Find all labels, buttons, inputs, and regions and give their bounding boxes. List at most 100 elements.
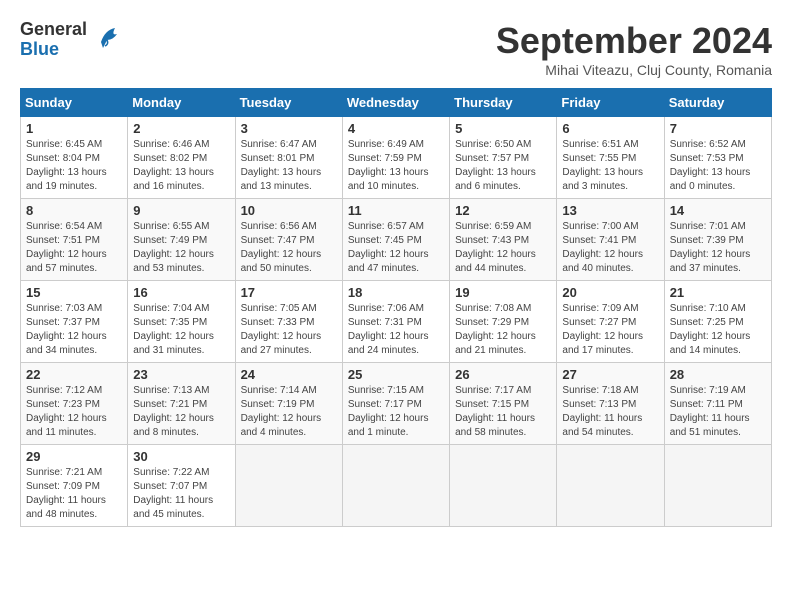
table-row: 18 Sunrise: 7:06 AM Sunset: 7:31 PM Dayl… (342, 281, 449, 363)
table-row: 1 Sunrise: 6:45 AM Sunset: 8:04 PM Dayli… (21, 117, 128, 199)
daylight-hours: Daylight: 13 hours and 0 minutes. (670, 167, 751, 192)
day-info: Sunrise: 7:12 AM Sunset: 7:23 PM Dayligh… (26, 384, 122, 440)
sunrise-time: Sunrise: 6:57 AM (348, 221, 424, 232)
sunset-time: Sunset: 7:31 PM (348, 317, 422, 328)
title-section: September 2024 Mihai Viteazu, Cluj Count… (496, 20, 772, 78)
sunset-time: Sunset: 8:01 PM (241, 153, 315, 164)
daylight-hours: Daylight: 12 hours and 8 minutes. (133, 413, 214, 438)
sunset-time: Sunset: 7:43 PM (455, 235, 529, 246)
table-row: 26 Sunrise: 7:17 AM Sunset: 7:15 PM Dayl… (450, 363, 557, 445)
calendar-header-row: Sunday Monday Tuesday Wednesday Thursday… (21, 89, 772, 117)
sunset-time: Sunset: 7:47 PM (241, 235, 315, 246)
sunset-time: Sunset: 8:04 PM (26, 153, 100, 164)
day-number: 1 (26, 121, 122, 136)
day-info: Sunrise: 7:22 AM Sunset: 7:07 PM Dayligh… (133, 466, 229, 522)
table-row: 2 Sunrise: 6:46 AM Sunset: 8:02 PM Dayli… (128, 117, 235, 199)
day-info: Sunrise: 7:03 AM Sunset: 7:37 PM Dayligh… (26, 302, 122, 358)
day-number: 8 (26, 203, 122, 218)
header-wednesday: Wednesday (342, 89, 449, 117)
day-number: 5 (455, 121, 551, 136)
day-number: 14 (670, 203, 766, 218)
sunset-time: Sunset: 7:37 PM (26, 317, 100, 328)
sunrise-time: Sunrise: 7:08 AM (455, 303, 531, 314)
daylight-hours: Daylight: 13 hours and 16 minutes. (133, 167, 214, 192)
daylight-hours: Daylight: 13 hours and 10 minutes. (348, 167, 429, 192)
day-number: 28 (670, 367, 766, 382)
daylight-hours: Daylight: 12 hours and 1 minute. (348, 413, 429, 438)
sunrise-time: Sunrise: 6:50 AM (455, 139, 531, 150)
table-row: 24 Sunrise: 7:14 AM Sunset: 7:19 PM Dayl… (235, 363, 342, 445)
sunrise-time: Sunrise: 7:01 AM (670, 221, 746, 232)
table-row: 30 Sunrise: 7:22 AM Sunset: 7:07 PM Dayl… (128, 445, 235, 527)
table-row: 11 Sunrise: 6:57 AM Sunset: 7:45 PM Dayl… (342, 199, 449, 281)
day-number: 6 (562, 121, 658, 136)
sunset-time: Sunset: 7:27 PM (562, 317, 636, 328)
logo: General Blue (20, 20, 123, 60)
daylight-hours: Daylight: 12 hours and 17 minutes. (562, 331, 643, 356)
day-number: 24 (241, 367, 337, 382)
daylight-hours: Daylight: 12 hours and 53 minutes. (133, 249, 214, 274)
calendar-week-row: 22 Sunrise: 7:12 AM Sunset: 7:23 PM Dayl… (21, 363, 772, 445)
sunset-time: Sunset: 7:55 PM (562, 153, 636, 164)
day-info: Sunrise: 6:49 AM Sunset: 7:59 PM Dayligh… (348, 138, 444, 194)
table-row: 20 Sunrise: 7:09 AM Sunset: 7:27 PM Dayl… (557, 281, 664, 363)
sunrise-time: Sunrise: 7:09 AM (562, 303, 638, 314)
day-info: Sunrise: 7:06 AM Sunset: 7:31 PM Dayligh… (348, 302, 444, 358)
day-info: Sunrise: 6:54 AM Sunset: 7:51 PM Dayligh… (26, 220, 122, 276)
sunset-time: Sunset: 7:53 PM (670, 153, 744, 164)
sunrise-time: Sunrise: 6:46 AM (133, 139, 209, 150)
table-row: 22 Sunrise: 7:12 AM Sunset: 7:23 PM Dayl… (21, 363, 128, 445)
daylight-hours: Daylight: 13 hours and 3 minutes. (562, 167, 643, 192)
sunrise-time: Sunrise: 6:45 AM (26, 139, 102, 150)
day-info: Sunrise: 7:21 AM Sunset: 7:09 PM Dayligh… (26, 466, 122, 522)
day-info: Sunrise: 7:00 AM Sunset: 7:41 PM Dayligh… (562, 220, 658, 276)
daylight-hours: Daylight: 13 hours and 19 minutes. (26, 167, 107, 192)
sunset-time: Sunset: 7:51 PM (26, 235, 100, 246)
daylight-hours: Daylight: 11 hours and 58 minutes. (455, 413, 535, 438)
logo-bird-icon (93, 22, 123, 59)
sunset-time: Sunset: 7:15 PM (455, 399, 529, 410)
header-thursday: Thursday (450, 89, 557, 117)
sunset-time: Sunset: 7:17 PM (348, 399, 422, 410)
sunset-time: Sunset: 7:21 PM (133, 399, 207, 410)
day-number: 21 (670, 285, 766, 300)
sunrise-time: Sunrise: 7:21 AM (26, 467, 102, 478)
table-row: 14 Sunrise: 7:01 AM Sunset: 7:39 PM Dayl… (664, 199, 771, 281)
sunrise-time: Sunrise: 7:05 AM (241, 303, 317, 314)
day-number: 4 (348, 121, 444, 136)
day-info: Sunrise: 7:01 AM Sunset: 7:39 PM Dayligh… (670, 220, 766, 276)
sunrise-time: Sunrise: 7:19 AM (670, 385, 746, 396)
table-row (342, 445, 449, 527)
daylight-hours: Daylight: 12 hours and 44 minutes. (455, 249, 536, 274)
sunrise-time: Sunrise: 7:00 AM (562, 221, 638, 232)
table-row: 6 Sunrise: 6:51 AM Sunset: 7:55 PM Dayli… (557, 117, 664, 199)
header-saturday: Saturday (664, 89, 771, 117)
sunrise-time: Sunrise: 6:47 AM (241, 139, 317, 150)
daylight-hours: Daylight: 11 hours and 54 minutes. (562, 413, 642, 438)
table-row: 17 Sunrise: 7:05 AM Sunset: 7:33 PM Dayl… (235, 281, 342, 363)
day-info: Sunrise: 7:18 AM Sunset: 7:13 PM Dayligh… (562, 384, 658, 440)
daylight-hours: Daylight: 11 hours and 48 minutes. (26, 495, 106, 520)
logo-blue: Blue (20, 40, 87, 60)
sunrise-time: Sunrise: 7:13 AM (133, 385, 209, 396)
sunrise-time: Sunrise: 6:49 AM (348, 139, 424, 150)
sunset-time: Sunset: 7:41 PM (562, 235, 636, 246)
sunset-time: Sunset: 7:19 PM (241, 399, 315, 410)
day-number: 29 (26, 449, 122, 464)
sunset-time: Sunset: 7:39 PM (670, 235, 744, 246)
sunrise-time: Sunrise: 7:15 AM (348, 385, 424, 396)
location-title: Mihai Viteazu, Cluj County, Romania (496, 62, 772, 78)
sunset-time: Sunset: 7:25 PM (670, 317, 744, 328)
month-title: September 2024 (496, 20, 772, 62)
sunrise-time: Sunrise: 6:52 AM (670, 139, 746, 150)
table-row (557, 445, 664, 527)
sunset-time: Sunset: 7:29 PM (455, 317, 529, 328)
sunset-time: Sunset: 7:49 PM (133, 235, 207, 246)
table-row: 27 Sunrise: 7:18 AM Sunset: 7:13 PM Dayl… (557, 363, 664, 445)
daylight-hours: Daylight: 11 hours and 45 minutes. (133, 495, 213, 520)
page-container: General Blue September 2024 Mihai Viteaz… (20, 20, 772, 527)
daylight-hours: Daylight: 12 hours and 40 minutes. (562, 249, 643, 274)
day-info: Sunrise: 7:09 AM Sunset: 7:27 PM Dayligh… (562, 302, 658, 358)
sunset-time: Sunset: 7:23 PM (26, 399, 100, 410)
day-number: 20 (562, 285, 658, 300)
